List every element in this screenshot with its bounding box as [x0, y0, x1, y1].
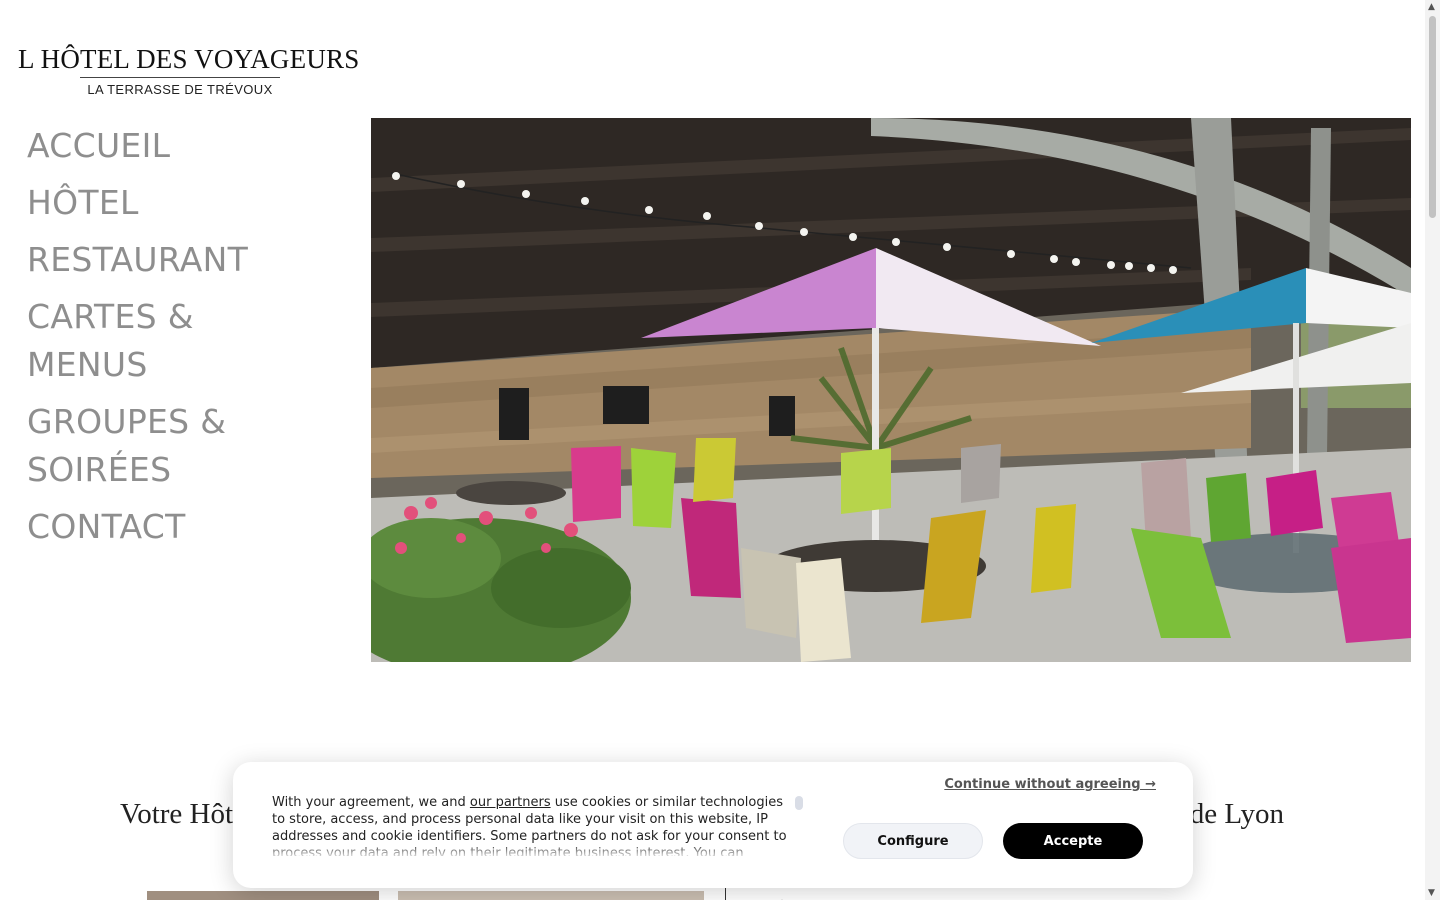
accept-button[interactable]: Accepte [1003, 823, 1143, 859]
nav-item-cartes-menus[interactable]: CARTES & MENUS [27, 293, 227, 389]
page-scrollbar[interactable]: ▲ ▼ [1425, 0, 1440, 900]
site-logo[interactable]: L HÔTEL DES VOYAGEURS LA TERRASSE DE TRÉ… [18, 44, 360, 97]
nav-item-contact[interactable]: CONTACT [27, 503, 347, 551]
cookie-text-start: With your agreement, we and [272, 795, 470, 810]
cookie-text-fade [272, 842, 794, 858]
continue-without-agreeing-link[interactable]: Continue without agreeing → [944, 777, 1156, 792]
scrollbar-thumb[interactable] [1429, 16, 1436, 218]
chevron-up-icon[interactable]: ︿ [776, 890, 788, 900]
logo-subtitle: LA TERRASSE DE TRÉVOUX [87, 82, 273, 97]
nav-item-restaurant[interactable]: RESTAURANT [27, 236, 347, 284]
nav-item-groupes-soirees[interactable]: GROUPES & SOIRÉES [27, 398, 267, 494]
scroll-down-icon[interactable]: ▼ [1428, 888, 1435, 898]
nav-item-hotel[interactable]: HÔTEL [27, 179, 347, 227]
scroll-up-icon[interactable]: ▲ [1428, 2, 1435, 12]
gallery-thumbnail[interactable] [398, 891, 704, 900]
nav-item-accueil[interactable]: ACCUEIL [27, 122, 347, 170]
our-partners-link[interactable]: our partners [470, 795, 551, 810]
cookie-consent-banner: Continue without agreeing → With your ag… [233, 762, 1193, 888]
terrace-photo [371, 118, 1411, 662]
cookie-text-scrollbar[interactable] [795, 796, 803, 810]
logo-title: L HÔTEL DES VOYAGEURS [18, 44, 360, 74]
configure-button[interactable]: Configure [843, 823, 983, 859]
main-nav: ACCUEIL HÔTEL RESTAURANT CARTES & MENUS … [27, 122, 347, 560]
hero-image [371, 118, 1411, 662]
logo-divider [80, 77, 280, 78]
gallery-thumbnail[interactable] [147, 891, 379, 900]
section-heading-left: Votre Hôt [120, 798, 234, 830]
